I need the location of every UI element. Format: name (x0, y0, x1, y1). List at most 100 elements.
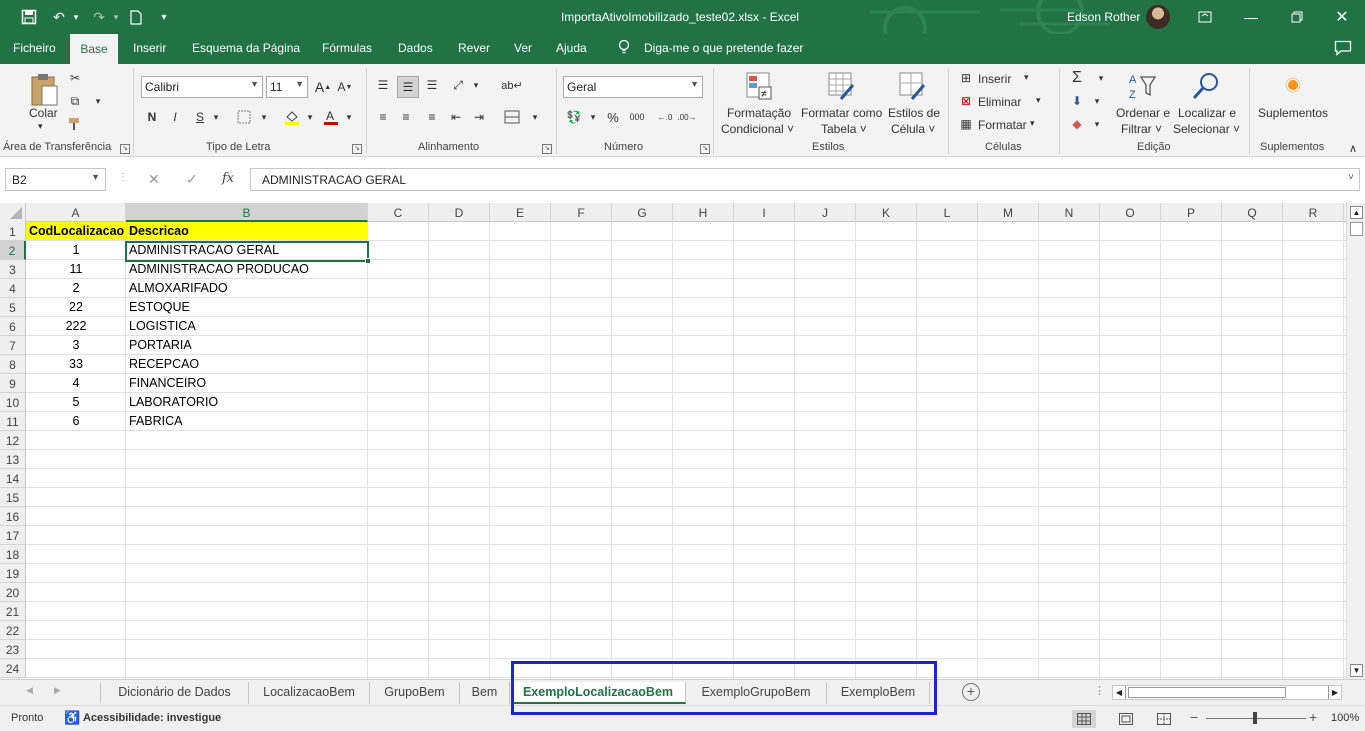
increase-indent-icon[interactable]: ⇥ (470, 108, 488, 126)
align-middle-icon[interactable]: ☰ (397, 76, 419, 98)
column-header-o[interactable]: O (1100, 203, 1161, 222)
row-header-24[interactable]: 24 (0, 659, 26, 678)
insert-dropdown-icon[interactable]: ▾ (1024, 72, 1029, 83)
column-header-q[interactable]: Q (1222, 203, 1283, 222)
accounting-format-icon[interactable]: 💱 (565, 108, 583, 126)
insert-cells-label[interactable]: Inserir (978, 72, 1011, 86)
undo-dropdown-icon[interactable]: ▾ (70, 7, 82, 27)
cancel-entry-icon[interactable]: ✕ (148, 171, 160, 188)
copy-icon[interactable]: ⧉ (66, 92, 84, 110)
row-header-9[interactable]: 9 (0, 374, 26, 393)
cell-b3[interactable]: ADMINISTRACAO PRODUCAO (129, 260, 365, 279)
page-break-view-icon[interactable] (1154, 710, 1174, 728)
tab-formulas[interactable]: Fórmulas (322, 41, 372, 55)
horizontal-scroll-thumb[interactable] (1128, 687, 1286, 698)
paste-dropdown-icon[interactable]: ▾ (38, 121, 43, 132)
format-cells-icon[interactable]: ▦ (957, 115, 975, 133)
accessibility-icon[interactable]: ♿ (64, 710, 80, 726)
decrease-indent-icon[interactable]: ⇤ (447, 108, 465, 126)
row-header-13[interactable]: 13 (0, 450, 26, 469)
find-select-icon[interactable] (1190, 70, 1222, 102)
font-color-icon[interactable]: A (322, 108, 340, 126)
decrease-decimal-icon[interactable]: .00→ (677, 108, 696, 126)
tab-ver[interactable]: Ver (514, 41, 532, 55)
minimize-icon[interactable]: — (1228, 0, 1274, 34)
format-as-table-label-2[interactable]: Tabela ˅ (821, 122, 867, 136)
conditional-formatting-label-1[interactable]: Formatação (727, 106, 791, 120)
increase-font-icon[interactable]: A ▲ (314, 78, 332, 96)
row-header-3[interactable]: 3 (0, 260, 26, 279)
merge-dropdown-icon[interactable]: ▾ (526, 108, 544, 126)
sheet-tab-exemplo-grupo-bem[interactable]: ExemploGrupoBem (686, 682, 827, 704)
cell-b5[interactable]: ESTOQUE (129, 298, 365, 317)
normal-view-icon[interactable] (1072, 710, 1096, 728)
collapse-ribbon-icon[interactable]: ∧ (1349, 142, 1357, 155)
customize-toolbar-icon[interactable]: ▾ (156, 7, 172, 27)
row-header-18[interactable]: 18 (0, 545, 26, 564)
row-header-4[interactable]: 4 (0, 279, 26, 298)
column-header-b[interactable]: B (126, 203, 368, 222)
autosum-dropdown-icon[interactable]: ▾ (1092, 69, 1110, 87)
column-header-a[interactable]: A (26, 203, 126, 222)
delete-cells-icon[interactable]: ⊠ (957, 92, 975, 110)
cell-b8[interactable]: RECEPCAO (129, 355, 365, 374)
thousands-separator-icon[interactable]: 000 (628, 108, 646, 126)
scroll-left-icon[interactable]: ◀ (1113, 686, 1126, 699)
tab-inserir[interactable]: Inserir (133, 41, 166, 55)
clear-icon[interactable]: ◆ (1068, 115, 1086, 133)
font-size-combo[interactable]: 11 ▼ (266, 76, 308, 98)
column-header-r[interactable]: R (1283, 203, 1344, 222)
cell-a8[interactable]: 33 (29, 355, 123, 374)
insert-cells-icon[interactable]: ⊞ (957, 69, 975, 87)
sheet-tab-exemplo-localizacao-bem[interactable]: ExemploLocalizacaoBem (511, 682, 686, 704)
decrease-font-icon[interactable]: A ▼ (336, 78, 354, 96)
tab-rever[interactable]: Rever (458, 41, 490, 55)
column-header-m[interactable]: M (978, 203, 1039, 222)
sheet-tab-exemplo-bem[interactable]: ExemploBem (827, 682, 930, 704)
conditional-formatting-label-2[interactable]: Condicional ˅ (721, 122, 794, 136)
number-launcher-icon[interactable]: ↘ (700, 144, 710, 154)
font-launcher-icon[interactable]: ↘ (352, 144, 362, 154)
cell-a11[interactable]: 6 (29, 412, 123, 431)
column-header-p[interactable]: P (1161, 203, 1222, 222)
horizontal-scrollbar[interactable]: ◀ ▶ (1112, 685, 1342, 700)
cell-b4[interactable]: ALMOXARIFADO (129, 279, 365, 298)
sort-filter-icon[interactable]: AZ (1126, 70, 1158, 102)
row-header-2[interactable]: 2 (0, 241, 26, 260)
scroll-up-icon[interactable]: ▲ (1350, 206, 1363, 219)
cell-b1[interactable]: Descricao (129, 222, 365, 241)
sheet-tab-bem[interactable]: Bem (460, 682, 510, 704)
vertical-scrollbar[interactable]: ▲ ▼ (1346, 203, 1365, 679)
cell-b9[interactable]: FINANCEIRO (129, 374, 365, 393)
avatar[interactable] (1146, 5, 1170, 29)
sheet-tab-grupo-bem[interactable]: GrupoBem (370, 682, 460, 704)
orientation-dropdown-icon[interactable]: ▾ (467, 76, 485, 94)
cell-a4[interactable]: 2 (29, 279, 123, 298)
percent-icon[interactable]: % (604, 108, 622, 126)
column-header-i[interactable]: I (734, 203, 795, 222)
accounting-dropdown-icon[interactable]: ▾ (584, 108, 602, 126)
cell-b10[interactable]: LABORATORIO (129, 393, 365, 412)
cell-b6[interactable]: LOGISTICA (129, 317, 365, 336)
cell-a3[interactable]: 11 (29, 260, 123, 279)
align-center-icon[interactable]: ≡ (397, 108, 415, 126)
number-format-combo[interactable]: Geral ▼ (563, 76, 703, 98)
save-icon[interactable] (18, 7, 40, 27)
redo-icon[interactable]: ↷ (88, 7, 110, 27)
cell-b11[interactable]: FABRICA (129, 412, 365, 431)
tab-esquema-pagina[interactable]: Esquema da Página (192, 41, 300, 55)
row-header-14[interactable]: 14 (0, 469, 26, 488)
row-header-5[interactable]: 5 (0, 298, 26, 317)
cell-a7[interactable]: 3 (29, 336, 123, 355)
borders-dropdown-icon[interactable]: ▾ (255, 108, 273, 126)
cell-styles-icon[interactable] (897, 70, 927, 102)
cell-a9[interactable]: 4 (29, 374, 123, 393)
row-header-10[interactable]: 10 (0, 393, 26, 412)
row-header-17[interactable]: 17 (0, 526, 26, 545)
cell-a2[interactable]: 1 (29, 241, 123, 260)
column-header-c[interactable]: C (368, 203, 429, 222)
formula-input[interactable]: ADMINISTRACAO GERAL ˅ (250, 168, 1360, 191)
underline-dropdown-icon[interactable]: ▾ (207, 108, 225, 126)
fill-handle[interactable] (365, 258, 371, 264)
new-file-icon[interactable] (126, 7, 146, 27)
